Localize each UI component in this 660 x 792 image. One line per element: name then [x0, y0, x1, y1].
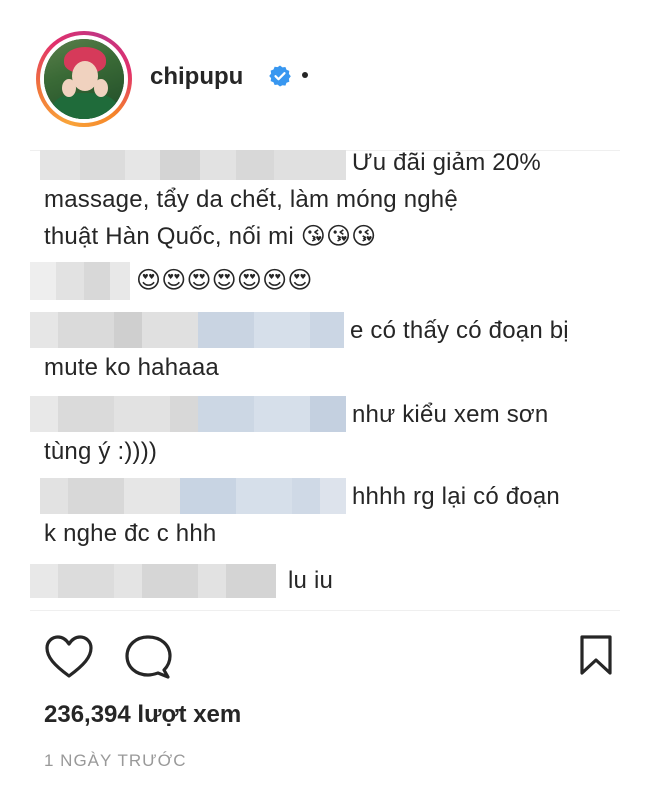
blurred-username	[30, 312, 344, 348]
comment-text: hhhh rg lại có đoạn	[352, 483, 560, 510]
view-count: 236,394 lượt xem	[44, 701, 242, 728]
blurred-username	[30, 564, 276, 598]
blurred-username	[30, 262, 130, 300]
comment-text: massage, tẩy da chết, làm móng nghệ	[44, 186, 458, 213]
comment-text: k nghe đc c hhh	[44, 520, 217, 547]
blurred-username	[30, 396, 346, 432]
blurred-username	[40, 150, 346, 180]
comment-bubble-icon[interactable]	[124, 634, 172, 680]
story-ring[interactable]	[36, 31, 132, 127]
bookmark-icon[interactable]	[578, 634, 614, 676]
verified-badge-icon	[269, 65, 291, 87]
comment-text: 😍😍😍😍😍😍😍	[136, 267, 313, 294]
comment-text: Ưu đãi giảm 20%	[352, 149, 541, 176]
comment-text: e có thấy có đoạn bị	[350, 317, 569, 344]
comment-text: tùng ý :))))	[44, 438, 158, 465]
comment-text: như kiểu xem sơn	[352, 401, 549, 428]
blurred-username	[40, 478, 346, 514]
avatar[interactable]	[44, 39, 124, 119]
comment-text: lu iu	[288, 567, 334, 594]
more-options-dot[interactable]	[302, 72, 308, 78]
username[interactable]: chipupu	[150, 62, 243, 92]
post-timestamp[interactable]: 1 NGÀY TRƯỚC	[44, 750, 187, 772]
comment-text: mute ko hahaaa	[44, 354, 219, 381]
heart-icon[interactable]	[44, 634, 94, 680]
divider	[30, 610, 620, 611]
comment-text: thuật Hàn Quốc, nối mi 😘😘😘	[44, 223, 377, 250]
post-header: chipupu	[0, 0, 660, 150]
